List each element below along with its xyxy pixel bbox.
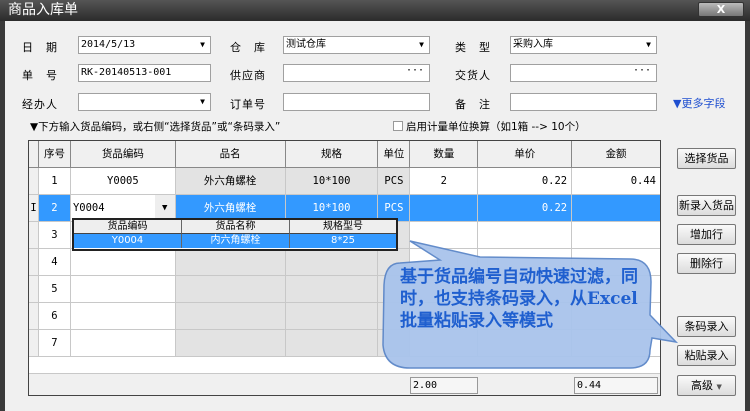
callout-text: 基于货品编号自动快速过滤，同时，也支持条码录入，从Excel批量粘贴录入等模式	[400, 267, 638, 331]
callout-bubble	[382, 240, 679, 369]
